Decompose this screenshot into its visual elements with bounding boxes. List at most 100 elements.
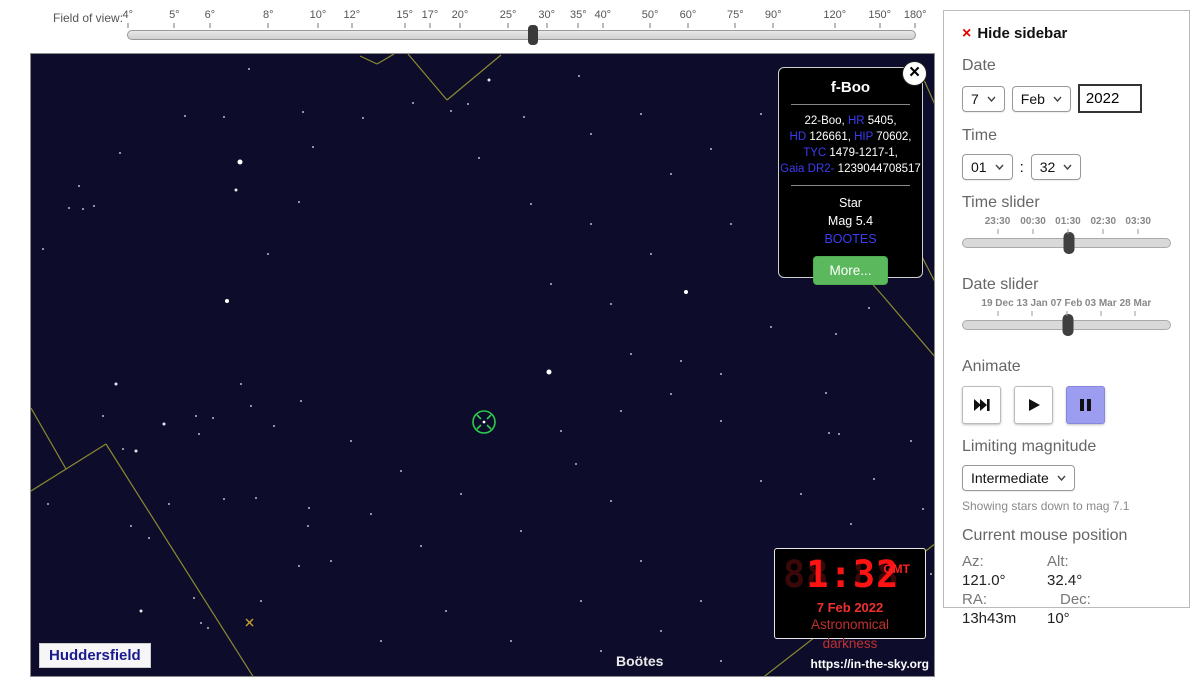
catalog-link[interactable]: TYC	[803, 147, 826, 159]
popup-constellation-link[interactable]: BOOTES	[779, 230, 922, 248]
hide-sidebar-button[interactable]: × Hide sidebar	[962, 25, 1171, 43]
star	[237, 159, 243, 165]
catalog-link[interactable]: HR	[848, 115, 865, 127]
minute-select[interactable]: 32	[1030, 154, 1082, 180]
year-input[interactable]	[1077, 84, 1142, 113]
fov-tick-label: 90°	[764, 9, 782, 21]
star	[560, 430, 562, 432]
catalog-id-line: TYC 1479-1217-1,	[779, 145, 922, 161]
location-button[interactable]: Huddersfield	[39, 643, 151, 668]
dec-value: 10°	[1047, 610, 1070, 627]
fov-tick-mark	[602, 23, 604, 28]
red-x-icon: ×	[962, 25, 972, 42]
star	[420, 545, 422, 547]
time-slider-heading: Time slider	[962, 194, 1040, 211]
sky-map-canvas[interactable]: Huddersfield Boötes https://in-the-sky.o…	[30, 53, 935, 677]
clock-panel: 88:88 1:32 GMT 7 Feb 2022 Astronomical d…	[774, 548, 926, 651]
star	[460, 493, 462, 495]
star	[134, 449, 138, 453]
star	[260, 600, 262, 602]
star	[825, 392, 827, 394]
catalog-text: 1239044708517	[834, 163, 921, 175]
catalog-link[interactable]: Gaia DR2-	[780, 163, 834, 175]
slider-tick-label: 23:30	[984, 216, 1011, 227]
timezone-label: GMT	[883, 562, 910, 576]
catalog-link[interactable]: HIP	[854, 131, 873, 143]
close-icon[interactable]: ×	[902, 61, 927, 86]
slider-tick-label: 03 Mar	[1084, 298, 1117, 309]
hour-select-value: 01	[971, 159, 987, 175]
catalog-id-line: HD 126661, HIP 70602,	[779, 129, 922, 145]
limiting-magnitude-select[interactable]: Intermediate	[962, 465, 1075, 491]
catalog-link[interactable]: HD	[790, 131, 807, 143]
star	[362, 117, 364, 119]
play-button[interactable]	[1014, 386, 1053, 424]
alt-label: Alt:	[1047, 553, 1069, 570]
segment-lit-digits: 1:32	[783, 553, 900, 596]
slider-tick-mark	[1066, 311, 1067, 316]
skip-forward-icon	[973, 399, 990, 411]
date-slider: 19 Dec 13 Jan 07 Feb 03 Mar 28 Mar	[962, 298, 1171, 344]
star	[828, 432, 830, 434]
slider-tick-mark	[997, 311, 999, 316]
star	[630, 353, 632, 355]
star	[248, 68, 250, 70]
fov-tick-mark	[507, 23, 509, 28]
star	[600, 650, 602, 652]
hour-select[interactable]: 01	[962, 154, 1013, 180]
chevron-down-icon	[1057, 475, 1066, 481]
ra-value: 13h43m	[962, 610, 1017, 627]
star	[640, 113, 642, 115]
pause-button[interactable]	[1066, 386, 1105, 424]
time-slider-thumb[interactable]	[1063, 232, 1075, 254]
fov-tick-label: 30°	[538, 9, 556, 21]
fov-tick-mark	[834, 23, 836, 28]
star	[873, 478, 875, 480]
popup-catalog-ids: 22-Boo, HR 5405, HD 126661, HIP 70602, TYC…	[779, 113, 922, 177]
fov-tick-mark	[459, 23, 461, 28]
time-slider: 23:30 00:30 01:30 02:30 03:30	[962, 216, 1171, 262]
star	[730, 223, 732, 225]
star	[670, 173, 672, 175]
slider-tick-label: 07 Feb	[1050, 298, 1083, 309]
fov-tick-mark	[173, 23, 175, 28]
star	[207, 627, 209, 629]
fov-tick-scale: 4° 5° 6° 8° 10° 12° 15° 17° 20° 25° 30° 35° 40° 50° 60…	[123, 0, 927, 53]
star	[139, 609, 143, 613]
star	[720, 660, 722, 662]
day-select[interactable]: 7	[962, 85, 1005, 112]
star	[130, 525, 132, 527]
star	[550, 283, 552, 285]
skip-forward-button[interactable]	[962, 386, 1001, 424]
star	[122, 448, 124, 450]
date-slider-track[interactable]	[962, 314, 1171, 336]
fov-tick-mark	[577, 23, 579, 28]
time-slider-track[interactable]	[962, 232, 1171, 254]
fov-tick-mark	[127, 23, 129, 28]
fov-slider-track[interactable]	[127, 25, 916, 45]
star	[82, 208, 84, 210]
fov-slider-thumb[interactable]	[528, 25, 539, 45]
fov-tick-mark	[914, 23, 916, 28]
star	[478, 157, 480, 159]
catalog-text: 126661,	[806, 131, 855, 143]
more-button[interactable]: More...	[813, 256, 888, 285]
star	[838, 433, 840, 435]
star	[720, 420, 722, 422]
fov-tick-label: 20°	[451, 9, 469, 21]
date-slider-thumb[interactable]	[1062, 314, 1074, 336]
fov-tick-label: 25°	[499, 9, 517, 21]
ra-label: RA:	[962, 591, 988, 608]
month-select[interactable]: Feb	[1011, 85, 1071, 112]
star	[250, 405, 252, 407]
star	[610, 303, 612, 305]
star	[578, 75, 580, 77]
star	[412, 102, 414, 104]
time-colon: :	[1019, 158, 1024, 176]
chevron-down-icon	[1053, 96, 1062, 102]
slider-tick-label: 19 Dec	[981, 298, 1014, 309]
fov-tick-mark	[209, 23, 211, 28]
star	[350, 440, 352, 442]
star	[223, 116, 225, 118]
star	[223, 498, 225, 500]
